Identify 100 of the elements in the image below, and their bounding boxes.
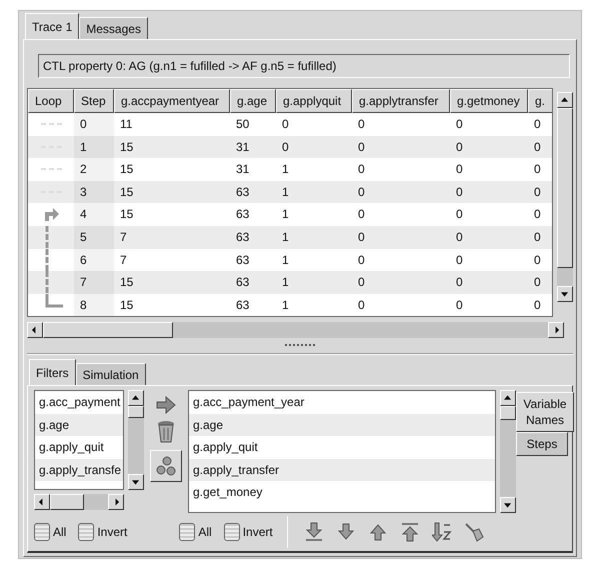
table-cell-text: 1 <box>281 252 290 269</box>
trash-icon[interactable] <box>157 420 175 444</box>
table-cell-text: 0 <box>281 116 290 133</box>
vertical-scrollbar[interactable] <box>128 390 144 490</box>
up-arrow-icon <box>504 393 512 403</box>
scroll-button[interactable] <box>108 494 124 510</box>
tab[interactable]: Trace 1 <box>25 13 80 39</box>
table-cell-text: 0 <box>533 184 542 201</box>
table-cell-text: 0 <box>357 274 366 292</box>
table-cell-text: 0 <box>455 116 464 133</box>
broom-icon <box>464 522 484 542</box>
column-header[interactable]: Step <box>74 89 114 113</box>
table-cell-text: 0 <box>455 274 464 292</box>
table-cell-text: 0 <box>533 161 542 178</box>
column-header[interactable]: Loop <box>28 89 74 113</box>
step-cell: 3 <box>74 180 114 204</box>
table-cell-text: 31 <box>235 138 250 156</box>
loop-start-arrow-icon <box>44 207 60 222</box>
tab[interactable]: Simulation <box>76 363 146 385</box>
table-cell-text: 1 <box>281 161 290 178</box>
step-cell: 0 <box>74 113 114 136</box>
table-cell-text: 63 <box>235 228 250 246</box>
scroll-button[interactable] <box>27 322 43 338</box>
table-cell-text: 0 <box>357 116 366 133</box>
list-item[interactable]: g.age <box>35 414 123 436</box>
vertical-scrollbar[interactable] <box>500 390 516 513</box>
sort-icon <box>432 522 452 542</box>
step-cell: 1 <box>74 136 114 158</box>
scrollbar-thumb[interactable] <box>500 406 516 420</box>
toggle-button[interactable]: Invert <box>78 523 128 541</box>
scrollbar-thumb[interactable] <box>128 406 144 418</box>
down-arrow-icon <box>504 500 512 510</box>
splitter-grip[interactable] <box>285 344 315 347</box>
list-item[interactable]: g.age <box>189 414 495 436</box>
down-arrow-icon <box>561 289 569 299</box>
table-cell-text: 0 <box>357 161 366 178</box>
horizontal-scrollbar[interactable] <box>34 494 124 510</box>
table-cell-text: 15 <box>119 184 134 201</box>
table-cell-text: 63 <box>235 184 250 201</box>
table-cell-text: 0 <box>533 206 542 224</box>
table-cell-text: 63 <box>235 206 250 224</box>
scroll-button[interactable] <box>128 474 144 490</box>
table-cell-text: 0 <box>357 206 366 224</box>
loop-dash-icon <box>41 123 63 125</box>
column-header[interactable]: g. <box>528 89 552 113</box>
step-cell: 4 <box>74 203 114 226</box>
table-cell-text: 0 <box>455 206 464 224</box>
up-arrow-icon <box>132 393 140 403</box>
gear-button[interactable] <box>150 450 182 482</box>
scroll-button[interactable] <box>500 390 516 406</box>
table-cell-text: 1 <box>281 296 290 314</box>
scroll-button[interactable] <box>557 286 573 302</box>
vertical-scrollbar[interactable] <box>557 92 573 302</box>
list-item[interactable]: g.apply_transfer <box>189 458 495 481</box>
scroll-button[interactable] <box>548 322 564 338</box>
column-header[interactable]: g.applyquit <box>276 89 352 113</box>
table-cell-text: 31 <box>235 161 250 178</box>
scroll-button[interactable] <box>557 92 573 108</box>
table-cell-text: 15 <box>119 138 134 156</box>
column-header[interactable]: g.accpaymentyear <box>114 89 230 113</box>
table-cell-text: 1 <box>281 184 290 201</box>
property-field: CTL property 0: AG (g.n1 = fufilled -> AF g.n5 = fufilled) <box>38 54 570 78</box>
tab[interactable]: Filters <box>29 359 76 385</box>
table-cell-text: 0 <box>533 252 542 269</box>
scroll-button[interactable] <box>34 494 50 510</box>
table-cell-text: 0 <box>455 228 464 246</box>
column-header[interactable]: g.age <box>230 89 276 113</box>
loop-dash-icon <box>41 168 63 170</box>
step-cell: 5 <box>74 226 114 249</box>
table-cell-text: 0 <box>455 161 464 178</box>
column-header[interactable]: g.getmoney <box>450 89 528 113</box>
table-cell-text: 15 <box>119 161 134 178</box>
step-cell: 2 <box>74 158 114 181</box>
table-cell-text: 1 <box>281 228 290 246</box>
side-tab[interactable]: Variable Names <box>516 392 574 432</box>
move-top-icon <box>400 522 419 542</box>
table-cell-text: 63 <box>235 274 250 292</box>
table-cell-text: 1 <box>281 274 290 292</box>
toggle-button[interactable]: All <box>34 523 66 541</box>
column-header[interactable]: g.applytransfer <box>352 89 450 113</box>
loop-end-icon <box>45 294 63 308</box>
table-cell-text: 0 <box>533 116 542 133</box>
tab[interactable]: Messages <box>79 17 148 39</box>
right-arrow-icon[interactable] <box>156 396 176 414</box>
down-arrow-icon <box>336 522 355 542</box>
list-item[interactable]: g.apply_transfe <box>35 458 123 481</box>
up-arrow-icon <box>368 522 387 542</box>
table-cell-text: 0 <box>357 184 366 201</box>
table-cell-text: 0 <box>281 138 290 156</box>
step-cell: 7 <box>74 271 114 294</box>
table-cell-text: 0 <box>533 138 542 156</box>
table-cell-text: 7 <box>119 252 128 269</box>
horizontal-scrollbar[interactable] <box>27 322 564 338</box>
table-cell-text: 63 <box>235 252 250 269</box>
scroll-button[interactable] <box>500 497 516 513</box>
table-cell-text: 0 <box>357 296 366 314</box>
toggle-button[interactable]: Invert <box>224 523 273 541</box>
table-cell-text: 7 <box>119 228 128 246</box>
scroll-button[interactable] <box>128 390 144 406</box>
side-tab[interactable]: Steps <box>516 432 568 456</box>
